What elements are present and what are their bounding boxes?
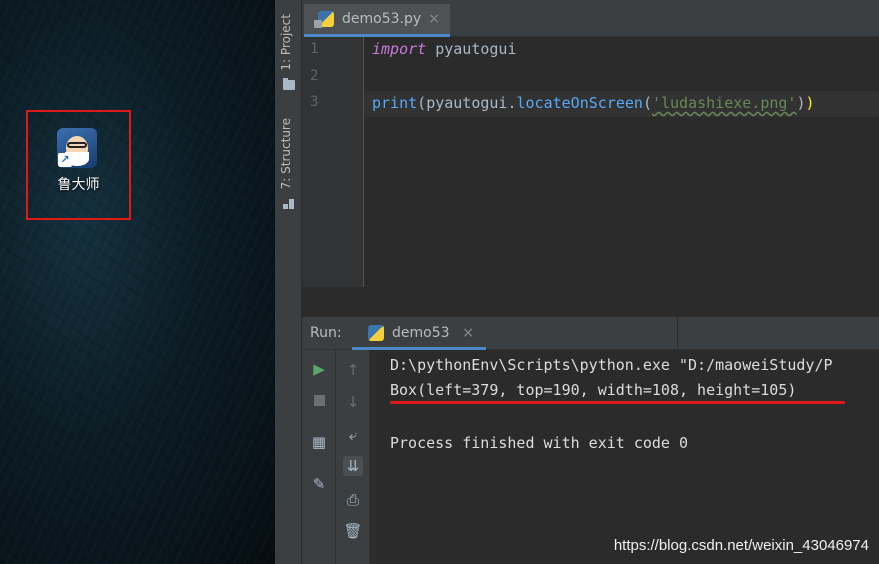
rerun-icon[interactable]: ▶	[309, 359, 329, 379]
structure-icon	[283, 199, 295, 209]
stop-icon[interactable]	[309, 391, 329, 411]
ludashi-app-icon: ↗	[57, 128, 97, 168]
tab-project[interactable]: 1: Project	[279, 14, 293, 71]
line-number: 1	[310, 41, 319, 57]
console-line: D:\pythonEnv\Scripts\python.exe "D:/maow…	[390, 356, 833, 374]
console-line: Process finished with exit code 0	[390, 434, 689, 452]
trash-icon[interactable]: 🗑	[343, 521, 363, 541]
close-tab-icon[interactable]: ×	[428, 4, 440, 34]
ide-window: 1: Project 7: Structure demo53.py × 1 2 …	[275, 0, 879, 564]
tool-window-bar: 1: Project 7: Structure	[275, 0, 302, 564]
print-icon[interactable]: ⎙	[343, 490, 363, 510]
close-run-tab-icon[interactable]: ×	[462, 317, 474, 349]
tab-structure[interactable]: 7: Structure	[279, 118, 293, 189]
editor-tab-filename: demo53.py	[342, 11, 422, 27]
run-tab-demo53[interactable]: demo53 ×	[352, 317, 486, 350]
run-toolbar-primary: ▶ ▦ ✎	[302, 350, 336, 564]
console-line: Box(left=379, top=190, width=108, height…	[390, 381, 797, 399]
python-run-icon	[368, 325, 384, 341]
code-editor[interactable]: import pyautogui print(pyautogui.locateO…	[364, 37, 879, 287]
watermark: https://blog.csdn.net/weixin_43046974	[613, 537, 869, 554]
run-tab-name: demo53	[392, 325, 450, 341]
soft-wrap-icon[interactable]: ⤶	[343, 425, 363, 445]
line-number: 2	[310, 68, 319, 84]
ludashi-desktop-shortcut[interactable]: ↗ 鲁大师	[26, 110, 131, 220]
layout-icon[interactable]: ▦	[309, 432, 329, 452]
run-panel-header: Run: demo53 ×	[302, 317, 879, 350]
python-file-icon	[314, 11, 334, 28]
run-label: Run:	[310, 325, 342, 341]
editor-tab-demo53[interactable]: demo53.py ×	[304, 4, 450, 37]
shortcut-label: 鲁大师	[57, 177, 100, 193]
code-line-1: import pyautogui	[372, 40, 517, 58]
folder-icon	[283, 78, 295, 90]
line-gutter: 1 2 3	[302, 37, 364, 287]
editor-tab-bar: demo53.py ×	[302, 0, 879, 37]
line-number: 3	[310, 94, 319, 110]
scroll-to-end-icon[interactable]: ⇊	[343, 456, 363, 476]
run-console-output[interactable]: D:\pythonEnv\Scripts\python.exe "D:/maow…	[370, 350, 879, 564]
code-line-3: print(pyautogui.locateOnScreen('ludashie…	[372, 94, 815, 112]
desktop: ↗ 鲁大师	[0, 0, 275, 564]
shortcut-arrow-icon: ↗	[58, 153, 72, 167]
red-annotation-underline	[390, 401, 845, 404]
arrow-down-icon[interactable]: ↓	[343, 392, 363, 412]
pin-icon[interactable]: ✎	[309, 474, 329, 494]
run-toolbar-secondary: ↑ ↓ ⤶ ⇊ ⎙ 🗑	[336, 350, 370, 564]
arrow-up-icon[interactable]: ↑	[343, 360, 363, 380]
